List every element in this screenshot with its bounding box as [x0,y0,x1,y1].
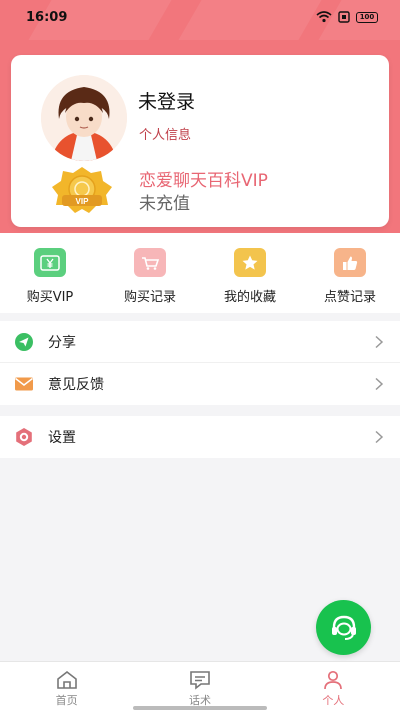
avatar-illustration [41,75,127,161]
feedback-label: 意见反馈 [48,377,104,393]
profile-card[interactable]: 未登录 个人信息 VIP 恋爱聊天百科VIP 未充值 [11,55,389,227]
status-time: 16:09 [26,9,68,25]
vip-badge-icon: VIP [49,165,115,217]
tab-profile-label: 个人 [322,694,345,707]
thumbs-up-icon [334,248,366,277]
purchase-history-label: 购买记录 [123,290,176,305]
yuan-icon [34,248,66,277]
settings-label: 设置 [48,430,76,446]
purchase-history-button[interactable]: 购买记录 [100,233,200,313]
status-icons: 100 [316,11,378,23]
personal-info-link[interactable]: 个人信息 [139,124,191,143]
buy-vip-label: 购买VIP [26,290,74,305]
sim-icon [338,11,350,23]
vip-badge-text: VIP [76,197,90,206]
likes-history-label: 点赞记录 [323,290,376,305]
person-icon [324,670,343,690]
vip-title[interactable]: 恋爱聊天百科VIP [139,166,268,191]
status-bar: 16:09 100 [0,0,400,34]
mail-icon [14,374,34,394]
tab-profile[interactable]: 个人 [267,662,400,711]
list-group-main: 分享 意见反馈 [0,321,400,405]
likes-history-button[interactable]: 点赞记录 [300,233,400,313]
settings-icon [14,427,34,447]
wifi-icon [316,11,332,23]
chevron-right-icon [375,335,384,348]
chevron-right-icon [375,430,384,444]
tab-scripts[interactable]: 话术 [133,662,266,711]
chat-icon [190,671,210,690]
settings-row[interactable]: 设置 [0,416,400,458]
username[interactable]: 未登录 [138,87,195,114]
my-favorites-button[interactable]: 我的收藏 [200,233,300,313]
quick-menu: 购买VIP 购买记录 我的收藏 点赞记录 [0,233,400,313]
avatar[interactable] [41,75,127,161]
star-icon [234,248,266,277]
bottom-tab-bar: 首页 话术 个人 [0,661,400,711]
battery-icon: 100 [356,11,378,23]
list-group-settings: 设置 [0,416,400,458]
vip-status: 未充值 [139,194,190,214]
my-favorites-label: 我的收藏 [223,290,276,305]
tab-home[interactable]: 首页 [0,662,133,711]
home-icon [56,670,77,689]
home-indicator [133,706,267,710]
cart-icon [134,248,166,277]
share-row[interactable]: 分享 [0,321,400,363]
tab-home-label: 首页 [55,694,78,707]
share-label: 分享 [48,334,76,351]
feedback-row[interactable]: 意见反馈 [0,363,400,405]
share-icon [14,332,34,352]
customer-service-button[interactable] [316,600,371,655]
chevron-right-icon [375,377,384,391]
headset-icon [331,615,356,640]
buy-vip-button[interactable]: 购买VIP [0,233,100,313]
